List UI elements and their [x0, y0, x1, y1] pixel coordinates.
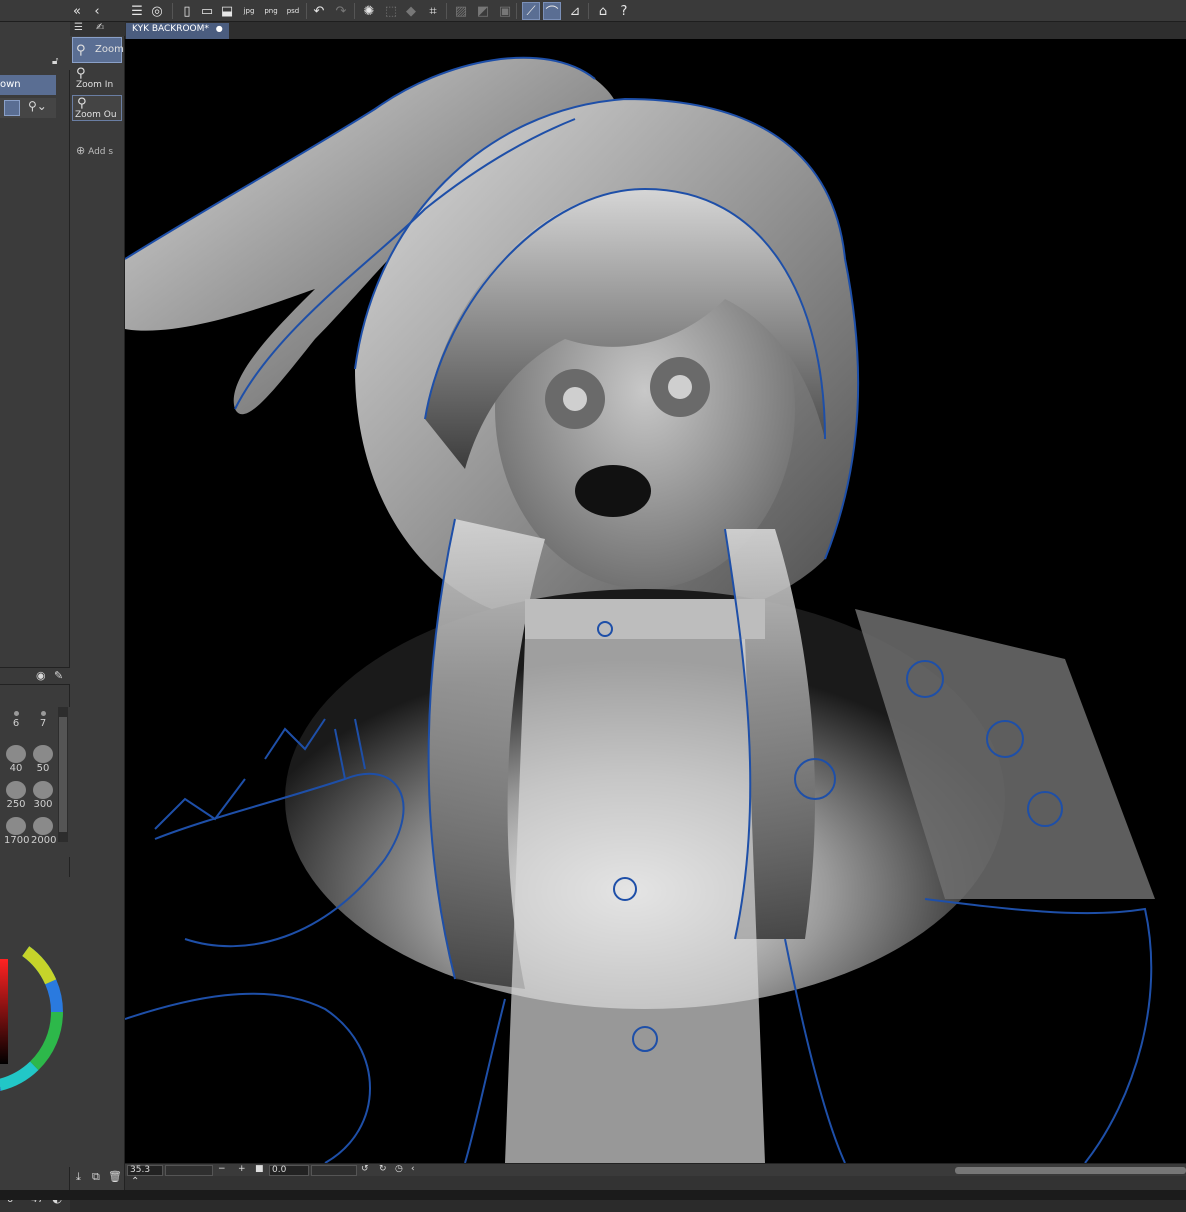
panel-header: 🔓︎	[0, 22, 70, 70]
flip-icon[interactable]: ‹	[411, 1164, 415, 1174]
brush-size-300[interactable]: 300	[31, 781, 55, 810]
color-wheel-panel	[0, 877, 70, 1167]
magnifier-icon: ⚲	[76, 43, 86, 58]
hatch-icon[interactable]: ▨	[452, 2, 470, 20]
zoom-in-button[interactable]: ⚲ Zoom In	[72, 66, 122, 92]
layer-search-icon[interactable]	[4, 100, 20, 116]
panel-menu-icon[interactable]: ☰	[74, 22, 83, 33]
layer-panel: 🔓︎ own ⚲⌄ ◉ ✎ 6 7 40 50 250 300 1700 200…	[0, 22, 70, 1212]
export-psd-icon[interactable]: psd	[284, 2, 302, 20]
drawing-canvas[interactable]	[125, 39, 1186, 1163]
brush-tab-icon[interactable]: ✍	[96, 22, 104, 33]
zoom-field[interactable]: 35.3	[127, 1165, 163, 1176]
ruler-icon[interactable]: ⊿	[566, 2, 584, 20]
layer-filter-icon[interactable]: ⚲⌄	[28, 99, 47, 113]
dial-icon[interactable]: ◉	[36, 669, 46, 682]
brush-size-6[interactable]: 6	[4, 707, 28, 729]
zoom-in-icon: ⚲	[76, 66, 86, 81]
export-jpg-icon[interactable]: jpg	[240, 2, 258, 20]
frame-icon[interactable]: ▣	[496, 2, 514, 20]
rotate-left-icon[interactable]: ↺	[361, 1164, 369, 1174]
zoom-out-small-icon[interactable]: −	[218, 1164, 226, 1174]
artwork	[125, 56, 1155, 1163]
plus-icon: ⊕	[76, 144, 86, 157]
crop-icon[interactable]: ⌗	[424, 2, 442, 20]
brush-size-panel: 6 7 40 50 250 300 1700 2000	[0, 707, 70, 857]
brush-size-2000[interactable]: 2000	[31, 817, 56, 846]
snap-icon[interactable]: ⟋	[522, 2, 540, 20]
main-toolbar: « ‹ ☰ ◎ ▯ ▭ ⬓ jpg png psd ↶ ↷ ✺ ⬚ ◆ ⌗ ▨ …	[0, 0, 1186, 22]
zoom-out-button[interactable]: ⚲ Zoom Ou	[72, 95, 122, 121]
open-file-icon[interactable]: ▭	[198, 2, 216, 20]
save-icon[interactable]: ⬓	[218, 2, 236, 20]
bottom-strip: ⌃	[125, 1176, 1186, 1190]
brush-size-250[interactable]: 250	[4, 781, 28, 810]
menu-icon[interactable]: ☰	[128, 2, 146, 20]
zoom-out-icon: ⚲	[77, 96, 87, 111]
selected-layer-label: own	[0, 79, 21, 90]
collapse-icon[interactable]: «	[68, 2, 86, 20]
import-icon[interactable]: ⤓	[76, 1170, 81, 1184]
add-subtool-label: Add s	[88, 147, 114, 157]
deselect-icon[interactable]: ⬚	[382, 2, 400, 20]
add-subtool-button[interactable]: ⊕ Add s	[76, 144, 113, 157]
layer-tools-row: ⚲⌄	[0, 98, 56, 118]
zoom-tool-button[interactable]: ⚲ Zoom	[72, 37, 124, 63]
subtool-tab[interactable]: ☰ ✍	[70, 22, 125, 36]
fill-icon[interactable]: ◆	[402, 2, 420, 20]
zoom-out-label: Zoom Ou	[75, 110, 117, 120]
zoom-tool-panel: ☰ ✍ ⚲ Zoom ⚲ Zoom In ⚲ Zoom Ou ⊕ Add s	[70, 22, 125, 1200]
taskbar	[0, 1190, 1186, 1200]
chevron-left-icon[interactable]: ‹	[88, 2, 106, 20]
document-title: KYK BACKROOM*	[132, 24, 209, 34]
close-tab-icon[interactable]: ●	[216, 24, 223, 33]
rotation-slider[interactable]	[311, 1165, 357, 1176]
brush-size-1700[interactable]: 1700	[4, 817, 29, 846]
color-wheel[interactable]	[0, 877, 70, 1167]
zoom-in-label: Zoom In	[76, 80, 114, 90]
document-tab[interactable]: KYK BACKROOM* ●	[126, 23, 229, 39]
horizontal-scrollbar[interactable]	[955, 1167, 1186, 1174]
undo-icon[interactable]: ↶	[310, 2, 328, 20]
tone-icon[interactable]: ◩	[474, 2, 492, 20]
wrench-icon[interactable]: ✎	[54, 669, 63, 682]
ruler-snap-icon[interactable]: ⌒	[543, 2, 561, 21]
fit-icon[interactable]: ■	[255, 1164, 264, 1174]
brush-size-40[interactable]: 40	[4, 745, 28, 774]
clip-studio-icon[interactable]: ◎	[148, 2, 166, 20]
brush-size-7[interactable]: 7	[31, 707, 55, 729]
loading-icon[interactable]: ✺	[360, 2, 378, 20]
new-file-icon[interactable]: ▯	[178, 2, 196, 20]
duplicate-icon[interactable]: ⧉	[92, 1170, 100, 1184]
pen-stabilizer-icon[interactable]: ⌂	[594, 2, 612, 20]
export-png-icon[interactable]: png	[262, 2, 280, 20]
reset-rotation-icon[interactable]: ◷	[395, 1164, 403, 1174]
rotate-right-icon[interactable]: ↻	[379, 1164, 387, 1174]
lock-icon[interactable]: 🔓︎	[52, 56, 58, 67]
trash-icon[interactable]: 🗑︎	[108, 1170, 122, 1183]
redo-icon[interactable]: ↷	[332, 2, 350, 20]
brush-scroll-thumb[interactable]	[59, 717, 67, 832]
document-tab-bar: KYK BACKROOM* ●	[125, 22, 1186, 39]
canvas-status-bar: 35.3 − + ■ 0.0 ↺ ↻ ◷ ‹	[125, 1163, 1186, 1176]
zoom-tool-label: Zoom	[95, 44, 124, 55]
panel-actions: ⤓ ⧉ 🗑︎	[72, 1170, 124, 1188]
zoom-in-small-icon[interactable]: +	[238, 1164, 246, 1174]
panel-strip: ◉ ✎	[0, 667, 70, 685]
zoom-slider[interactable]	[165, 1165, 213, 1176]
help-icon[interactable]: ?	[615, 2, 633, 20]
rotation-field[interactable]: 0.0	[269, 1165, 309, 1176]
selected-layer[interactable]: own	[0, 75, 56, 95]
expand-icon[interactable]: ⌃	[131, 1176, 139, 1187]
brush-size-50[interactable]: 50	[31, 745, 55, 774]
